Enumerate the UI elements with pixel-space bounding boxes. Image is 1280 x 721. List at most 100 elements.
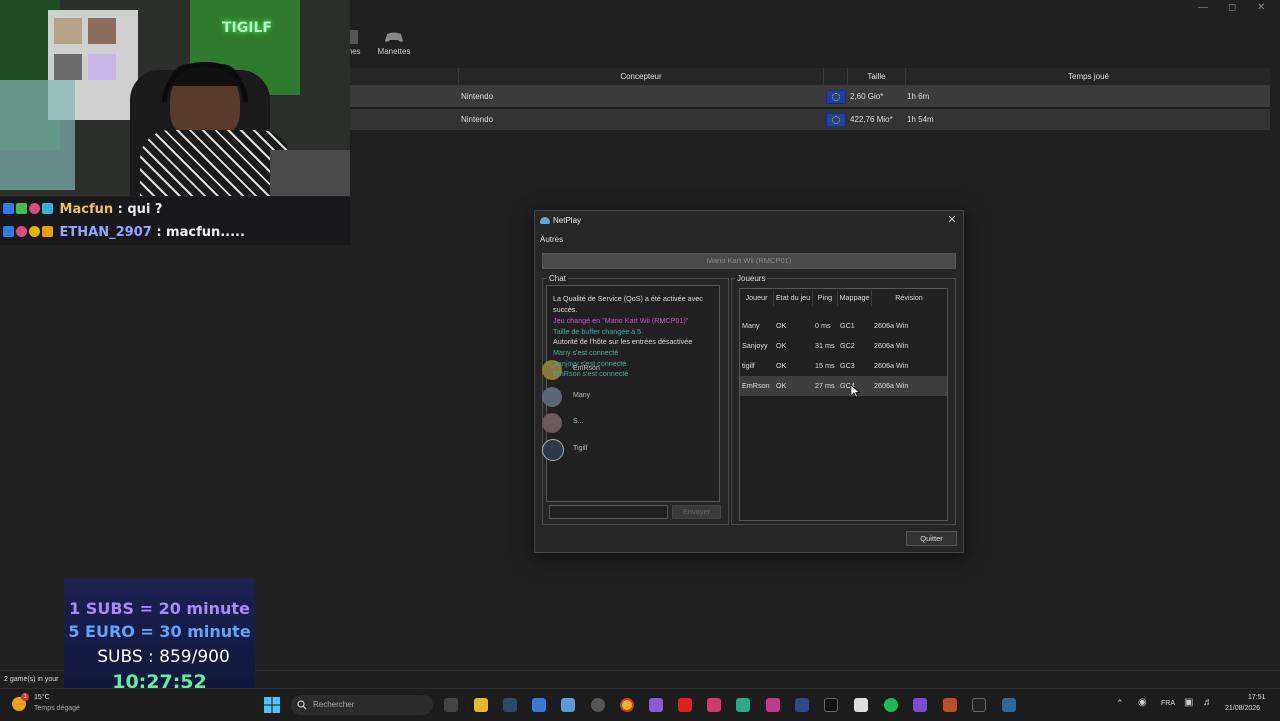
subs-count: SUBS : 859/900 [97,647,230,667]
language-indicator[interactable]: FRA [1161,700,1175,707]
badge-icon [3,203,14,214]
column-header-revision[interactable]: Révision [872,290,946,306]
player-row-selected[interactable]: EmRson OK 27 ms GC4 2606a Win [740,376,947,396]
eu-flag-icon [826,90,846,104]
send-button[interactable]: Envoyer [672,505,721,519]
crown-badge-icon [42,226,53,237]
avatar [542,439,564,461]
player-row[interactable]: Many OK 0 ms GC1 2606a Win [740,316,947,336]
quit-button[interactable]: Quitter [906,531,957,546]
column-header-ping[interactable]: Ping [813,290,838,306]
obs-icon[interactable] [591,698,605,712]
chevron-up-icon[interactable]: ⌃ [1116,698,1124,709]
capcut-icon[interactable] [972,698,986,712]
app-icon[interactable] [561,698,575,712]
menu-other[interactable]: Autres [540,235,563,244]
column-header-mapping[interactable]: Mappage [838,290,872,306]
players-table: Joueur Etat du jeu Ping Mappage Révision… [739,288,948,521]
windows-taskbar: 1 15°C Temps dégagé Rechercher ⌃ ◉ FRA ▣… [0,688,1280,721]
dolphin-icon [540,217,550,224]
chat-log-line: La Qualité de Service (QoS) a été activé… [553,294,703,303]
euro-rule: 5 EURO = 30 minute [68,622,251,641]
weather-text: Temps dégagé [34,705,80,712]
minimize-icon[interactable]: — [1198,2,1208,13]
column-header-player[interactable]: Joueur [740,290,774,306]
neon-sign-logo: TIGILF [222,20,272,36]
player-mapping: GC1 [840,321,855,330]
chat-username: Macfun [59,202,114,217]
gamepad-icon [385,32,403,42]
aquarium [0,80,75,190]
app-icon[interactable] [913,698,927,712]
tiktok-icon[interactable] [707,698,721,712]
player-state: OK [776,321,787,330]
netplay-title-bar: NetPlay ✕ [535,211,963,231]
maximize-icon[interactable]: ◻ [1228,2,1236,13]
game-selector-button[interactable]: Mario Kart Wii (RMCP01) [542,253,956,269]
chat-log-line: Jeu changé en "Mario Kart Wii (RMCP01)" [553,316,689,325]
chat-group-label: Chat [547,274,568,283]
app-icon[interactable] [795,698,809,712]
winrar-icon[interactable] [943,698,957,712]
clock-time[interactable]: 17:51 [1248,694,1266,701]
epic-games-icon[interactable] [824,698,838,712]
close-window-icon[interactable]: ✕ [1257,2,1265,13]
player-revision: 2606a Win [874,341,909,350]
subs-rule: 1 SUBS = 20 minute [69,599,250,618]
chat-username: ETHAN_2907 [59,225,152,240]
chrome-icon[interactable] [620,698,634,712]
windows-start-icon[interactable] [264,697,280,713]
stream-chat-overlay: Macfun : qui ? ETHAN_2907 : macfun..... [0,197,350,245]
audio-app-icon[interactable] [736,698,750,712]
network-icon[interactable]: ▣ [1184,697,1193,708]
player-name: Sanjoyy [742,341,768,350]
player-mapping: GC3 [840,361,855,370]
player-revision: 2606a Win [874,381,909,390]
chat-log-line: Taille de buffer changée à 5 [553,327,642,336]
file-explorer-icon[interactable] [474,698,488,712]
search-placeholder: Rechercher [313,700,355,709]
temperature: 15°C [34,694,50,701]
clock-date[interactable]: 21/08/2026 [1225,705,1260,712]
player-state: OK [776,361,787,370]
column-header-state[interactable]: Etat du jeu [774,290,813,306]
column-header-maker[interactable]: Concepteur [458,68,823,85]
eu-flag-icon [826,113,846,127]
player-name: tigilf [742,361,755,370]
steam-icon[interactable] [503,698,517,712]
player-row[interactable]: tigilf OK 15 ms GC3 2606a Win [740,356,947,376]
volume-icon[interactable]: ♬ [1203,697,1213,708]
app-icon[interactable] [649,698,663,712]
column-header-size[interactable]: Taille [847,68,905,85]
column-header-region[interactable] [823,68,847,85]
avatar-name: Tigilf [573,445,588,452]
avatar-name: S... [573,418,584,425]
app-icon[interactable] [766,698,780,712]
chat-message: ETHAN_2907 : macfun..... [3,222,245,244]
taskbar-search[interactable]: Rechercher [291,695,433,715]
dolphin-taskbar-icon[interactable] [1002,698,1016,712]
netplay-dialog: NetPlay ✕ Autres Mario Kart Wii (RMCP01)… [534,210,964,553]
column-header-time-played[interactable]: Temps joué [905,68,1271,85]
player-state: OK [776,341,787,350]
player-ping: 31 ms [815,341,835,350]
chat-message: Macfun : qui ? [3,199,162,221]
spotify-icon[interactable] [884,698,898,712]
close-icon[interactable]: ✕ [945,213,959,227]
task-view-icon[interactable] [444,698,458,712]
store-icon[interactable] [532,698,546,712]
microphone-icon[interactable]: ◉ [1138,697,1147,708]
avatar [542,387,562,407]
document-icon[interactable] [854,698,868,712]
player-state: OK [776,381,787,390]
youtube-icon[interactable] [678,698,692,712]
chat-text: : qui ? [117,202,163,217]
chat-input[interactable] [549,505,668,519]
toolbar-controllers-button[interactable]: Manettes [374,30,414,56]
monitor-icon [350,30,358,44]
player-row[interactable]: Sanjoyy OK 31 ms GC2 2606a Win [740,336,947,356]
avatar [542,413,562,433]
badge-icon [29,226,40,237]
chat-log-line: Autorité de l'hôte sur les entrées désac… [553,337,693,346]
game-time: 1h 54m [907,115,934,124]
